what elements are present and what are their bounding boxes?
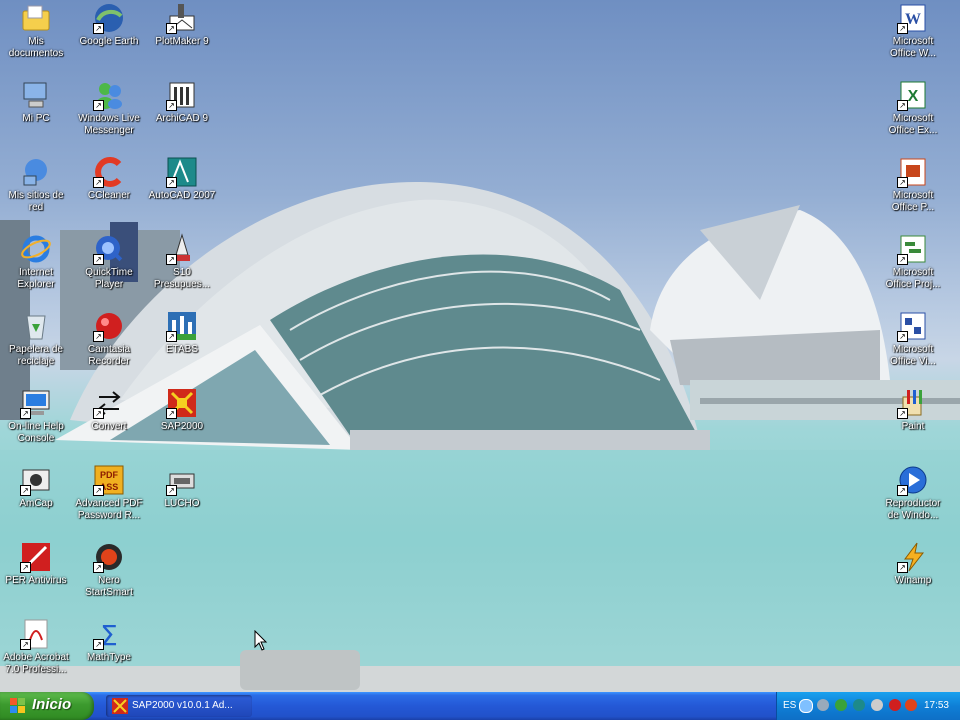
- office-powerpoint-icon[interactable]: ↗ Microsoft Office P...: [875, 156, 951, 214]
- amcap-icon[interactable]: ↗ AmCap: [0, 464, 74, 510]
- messenger-tray-icon[interactable]: [835, 699, 847, 711]
- icon-label: ETABS: [165, 344, 199, 355]
- taskbar-item-sap2000[interactable]: SAP2000 v10.0.1 Ad...: [106, 695, 252, 717]
- taskbar: Inicio SAP2000 v10.0.1 Ad... ES 17:53: [0, 692, 960, 720]
- autocad-icon[interactable]: ↗ AutoCAD 2007: [144, 156, 220, 202]
- icon-label: SAP2000: [160, 421, 204, 432]
- icon-label: LUCHO: [164, 498, 200, 509]
- mathtype-icon[interactable]: Σ ↗ MathType: [71, 618, 147, 664]
- icon-label: Winamp: [894, 575, 932, 586]
- icon-label: AmCap: [19, 498, 53, 509]
- icon-label: Google Earth: [79, 36, 139, 47]
- icon-label: Adobe Acrobat 7.0 Professi...: [3, 652, 69, 675]
- language-indicator[interactable]: ES: [783, 700, 796, 711]
- icon-label: Paint: [901, 421, 925, 432]
- windows-live-messenger-icon[interactable]: ↗ Windows Live Messenger: [71, 79, 147, 137]
- convert-icon[interactable]: ↗ Convert: [71, 387, 147, 433]
- system-tray: ES 17:53: [776, 692, 960, 720]
- plotmaker-icon[interactable]: ↗ PlotMaker 9: [144, 2, 220, 48]
- icon-label: QuickTime Player: [85, 267, 133, 290]
- back-arrow-icon[interactable]: [799, 699, 813, 713]
- quicktime-icon[interactable]: ↗ QuickTime Player: [71, 233, 147, 291]
- internet-explorer-icon[interactable]: Internet Explorer: [0, 233, 74, 291]
- icon-label: Internet Explorer: [17, 267, 55, 290]
- camtasia-recorder-icon[interactable]: ↗ Camtasia Recorder: [71, 310, 147, 368]
- icon-label: Microsoft Office Ex...: [888, 113, 938, 136]
- icon-label: Windows Live Messenger: [78, 113, 140, 136]
- icon-label: Microsoft Office P...: [891, 190, 935, 213]
- winamp-icon[interactable]: ↗ Winamp: [875, 541, 951, 587]
- online-help-console-icon[interactable]: ↗ On-line Help Console: [0, 387, 74, 445]
- camtasia-tray-icon[interactable]: [889, 699, 901, 711]
- icon-label: PER Antivirus: [5, 575, 67, 586]
- icon-label: Microsoft Office Vi...: [890, 344, 936, 367]
- svg-text:PDF: PDF: [100, 470, 119, 480]
- lucho-icon[interactable]: ↗ LUCHO: [144, 464, 220, 510]
- s10-presupuestos-icon[interactable]: ↗ S10 Presupues...: [144, 233, 220, 291]
- advanced-pdf-password-icon[interactable]: PDF ASS ↗ Advanced PDF Password R...: [71, 464, 147, 522]
- windows-logo-icon: [10, 698, 25, 713]
- my-computer-icon[interactable]: Mi PC: [0, 79, 74, 125]
- mouse-cursor-icon: [254, 630, 268, 651]
- icon-label: CCleaner: [87, 190, 131, 201]
- taskbar-item-label: SAP2000 v10.0.1 Ad...: [132, 700, 233, 711]
- office-excel-icon[interactable]: X ↗ Microsoft Office Ex...: [875, 79, 951, 137]
- etabs-icon[interactable]: ↗ ETABS: [144, 310, 220, 356]
- start-button[interactable]: Inicio: [0, 692, 94, 720]
- ccleaner-icon[interactable]: ↗ CCleaner: [71, 156, 147, 202]
- windows-media-player-icon[interactable]: ↗ Reproductor de Windo...: [875, 464, 951, 522]
- network-places-icon[interactable]: Mis sitios de red: [0, 156, 74, 214]
- icon-label: Advanced PDF Password R...: [75, 498, 143, 521]
- adobe-acrobat-icon[interactable]: ↗ Adobe Acrobat 7.0 Professi...: [0, 618, 74, 676]
- icon-label: Microsoft Office Proj...: [885, 267, 941, 290]
- paint-icon[interactable]: ↗ Paint: [875, 387, 951, 433]
- office-word-icon[interactable]: W ↗ Microsoft Office W...: [875, 2, 951, 60]
- security-tray-icon[interactable]: [905, 699, 917, 711]
- clock[interactable]: 17:53: [924, 700, 949, 711]
- start-label: Inicio: [32, 696, 72, 713]
- nero-startsmart-icon[interactable]: ↗ Nero StartSmart: [71, 541, 147, 599]
- icon-label: Convert: [91, 421, 127, 432]
- icon-label: Reproductor de Windo...: [885, 498, 941, 521]
- icon-label: AutoCAD 2007: [148, 190, 216, 201]
- archicad-icon[interactable]: ↗ ArchiCAD 9: [144, 79, 220, 125]
- icon-label: Microsoft Office W...: [890, 36, 936, 59]
- office-project-icon[interactable]: ↗ Microsoft Office Proj...: [875, 233, 951, 291]
- my-documents-icon[interactable]: Mis documentos: [0, 2, 74, 60]
- antivirus-tray-icon[interactable]: [853, 699, 865, 711]
- icon-label: Mi PC: [22, 113, 50, 124]
- icon-label: MathType: [87, 652, 131, 663]
- icon-label: Papelera de reciclaje: [9, 344, 63, 367]
- icon-label: Mis documentos: [8, 36, 64, 59]
- office-visio-icon[interactable]: ↗ Microsoft Office Vi...: [875, 310, 951, 368]
- svg-text:X: X: [908, 88, 919, 105]
- icon-label: On-line Help Console: [8, 421, 64, 444]
- icon-label: S10 Presupues...: [153, 267, 211, 290]
- per-antivirus-icon[interactable]: ↗ PER Antivirus: [0, 541, 74, 587]
- icon-label: Camtasia Recorder: [87, 344, 131, 367]
- icon-label: Nero StartSmart: [85, 575, 133, 598]
- icon-label: PlotMaker 9: [155, 36, 209, 47]
- icon-label: Mis sitios de red: [8, 190, 64, 213]
- recycle-bin-icon[interactable]: Papelera de reciclaje: [0, 310, 74, 368]
- acrobat-tray-icon[interactable]: [871, 699, 883, 711]
- sap2000-icon[interactable]: ↗ SAP2000: [144, 387, 220, 433]
- google-earth-icon[interactable]: ↗ Google Earth: [71, 2, 147, 48]
- sap2000-icon: [112, 698, 128, 714]
- icon-label: ArchiCAD 9: [155, 113, 209, 124]
- network-icon[interactable]: [817, 699, 829, 711]
- desktop: Mis documentos ↗ Google Earth ↗ PlotMake…: [0, 0, 960, 692]
